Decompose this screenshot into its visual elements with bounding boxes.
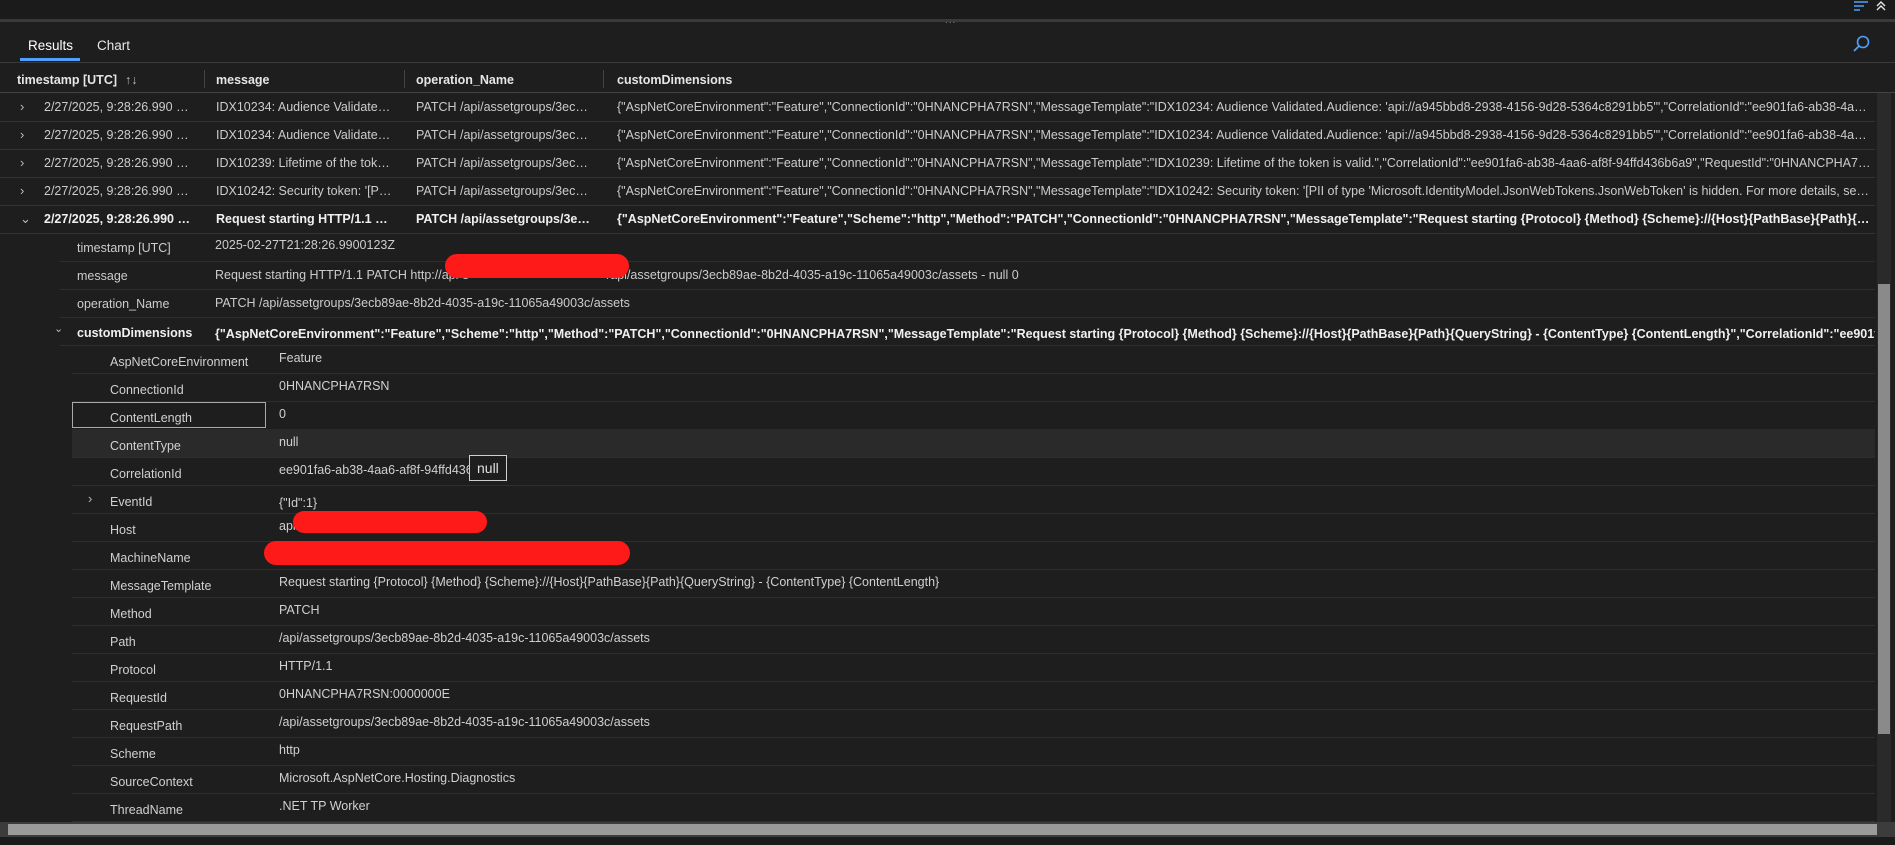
detail-key: timestamp [UTC] — [77, 241, 171, 255]
cell-message: IDX10234: Audience Validated.… — [216, 100, 392, 114]
cell-customdimensions: {"AspNetCoreEnvironment":"Feature","Conn… — [617, 100, 1872, 114]
value-tooltip: null — [469, 455, 507, 481]
search-icon[interactable] — [1851, 34, 1873, 56]
cell-customdimensions: {"AspNetCoreEnvironment":"Feature","Conn… — [617, 156, 1872, 170]
cell-message: Request starting HTTP/1.1 PAT... — [216, 212, 392, 226]
custom-field-row[interactable]: Scheme http — [72, 737, 1875, 766]
tab-results[interactable]: Results — [28, 38, 73, 53]
cell-timestamp: 2/27/2025, 9:28:26.990 PM — [44, 128, 194, 142]
custom-field-row[interactable]: AspNetCoreEnvironment Feature — [72, 345, 1875, 374]
chevron-right-icon[interactable]: › — [20, 127, 32, 142]
custom-field-row[interactable]: ContentLength 0 — [72, 401, 1875, 430]
detail-key: message — [77, 269, 128, 283]
custom-field-row[interactable]: MessageTemplate Request starting {Protoco… — [72, 569, 1875, 598]
custom-field-row[interactable]: RequestPath/api/assetgroups/3ecb89ae-8b2… — [72, 709, 1875, 738]
table-row[interactable]: › 2/27/2025, 9:28:26.990 PM IDX10242: Se… — [0, 177, 1875, 206]
custom-field-row[interactable]: ContentType null — [72, 429, 1875, 458]
cell-operation: PATCH /api/assetgroups/3ecb8… — [416, 128, 592, 142]
chevron-right-icon[interactable]: › — [20, 155, 32, 170]
detail-value: PATCH /api/assetgroups/3ecb89ae-8b2d-403… — [215, 296, 630, 310]
detail-row-customdimensions[interactable]: customDimensions {"AspNetCoreEnvironment… — [60, 317, 1875, 346]
cell-timestamp: 2/27/2025, 9:28:26.990 PM — [44, 100, 194, 114]
cell-timestamp: 2/27/2025, 9:28:26.990 PM — [44, 184, 194, 198]
cell-operation: PATCH /api/assetgroups/3ecb8… — [416, 184, 592, 198]
cell-customdimensions: {"AspNetCoreEnvironment":"Feature","Sche… — [617, 212, 1872, 226]
detail-value: 2025-02-27T21:28:26.9900123Z — [215, 238, 396, 252]
detail-key: operation_Name — [77, 297, 170, 311]
column-header-timestamp[interactable]: timestamp [UTC] ↑↓ — [17, 73, 138, 87]
custom-field-row[interactable]: RequestId 0HNANCPHA7RSN:0000000E — [72, 681, 1875, 710]
cell-customdimensions: {"AspNetCoreEnvironment":"Feature","Conn… — [617, 128, 1872, 142]
redaction-mark — [293, 511, 487, 533]
redaction-mark — [264, 541, 630, 565]
top-right-icons — [1851, 0, 1887, 15]
chevron-down-icon[interactable]: ⌄ — [20, 211, 32, 226]
cell-message: IDX10234: Audience Validated.… — [216, 128, 392, 142]
custom-field-row[interactable]: Path/api/assetgroups/3ecb89ae-8b2d-4035-… — [72, 625, 1875, 654]
cell-operation: PATCH /api/assetgroups/3ecb8… — [416, 156, 592, 170]
custom-field-row[interactable]: ConnectionId 0HNANCPHA7RSN — [72, 373, 1875, 402]
redaction-mark — [445, 254, 629, 278]
list-filter-icon[interactable] — [1853, 0, 1873, 15]
cell-message: IDX10239: Lifetime of the token… — [216, 156, 392, 170]
column-header-customdimensions[interactable]: customDimensions — [617, 73, 732, 87]
vertical-scroll-thumb[interactable] — [1878, 284, 1890, 734]
cell-operation: PATCH /api/assetgroups/3ecb... — [416, 212, 592, 226]
column-divider[interactable] — [603, 70, 604, 88]
cell-customdimensions: {"AspNetCoreEnvironment":"Feature","Conn… — [617, 184, 1872, 198]
top-splitter-bar[interactable]: ... — [0, 0, 1895, 26]
grid-header: timestamp [UTC] ↑↓ message operation_Name… — [0, 66, 1895, 93]
column-divider[interactable] — [404, 70, 405, 88]
custom-field-row[interactable]: Protocol HTTP/1.1 — [72, 653, 1875, 682]
detail-row: message Request starting HTTP/1.1 PATCH … — [60, 261, 1875, 290]
column-header-operation[interactable]: operation_Name — [416, 73, 514, 87]
sort-icon[interactable]: ↑↓ — [125, 73, 138, 87]
detail-value: {"AspNetCoreEnvironment":"Feature","Sche… — [215, 327, 1875, 341]
custom-field-row[interactable]: CorrelationId ee901fa6-ab38-4aa6-af8f-94f… — [72, 457, 1875, 486]
custom-field-row[interactable]: EventId {"Id":1} — [72, 485, 1875, 514]
cell-timestamp: 2/27/2025, 9:28:26.990 PM — [44, 156, 194, 170]
table-row-expanded[interactable]: ⌄ 2/27/2025, 9:28:26.990 P... Request st… — [0, 205, 1875, 234]
custom-field-row[interactable]: SourceContext Microsoft.AspNetCore.Hostin… — [72, 765, 1875, 794]
chevron-right-icon[interactable]: › — [20, 99, 32, 114]
table-row[interactable]: › 2/27/2025, 9:28:26.990 PM IDX10234: Au… — [0, 93, 1875, 122]
detail-row: timestamp [UTC] 2025-02-27T21:28:26.9900… — [60, 233, 1875, 262]
detail-key: customDimensions — [77, 326, 193, 340]
detail-row: operation_Name PATCH /api/assetgroups/3e… — [60, 289, 1875, 318]
cell-timestamp: 2/27/2025, 9:28:26.990 P... — [44, 212, 194, 226]
cell-message: IDX10242: Security token: '[PII … — [216, 184, 392, 198]
table-row[interactable]: › 2/27/2025, 9:28:26.990 PM IDX10239: Li… — [0, 149, 1875, 178]
tab-chart[interactable]: Chart — [97, 38, 130, 53]
bottom-border — [0, 837, 1895, 845]
active-tab-indicator — [20, 58, 80, 61]
result-tabs: Results Chart — [0, 30, 1895, 63]
collapse-icon[interactable] — [1875, 0, 1887, 15]
chevron-right-icon[interactable]: › — [88, 491, 92, 506]
column-header-message[interactable]: message — [216, 73, 270, 87]
cell-operation: PATCH /api/assetgroups/3ecb8… — [416, 100, 592, 114]
chevron-right-icon[interactable]: › — [20, 183, 32, 198]
table-row[interactable]: › 2/27/2025, 9:28:26.990 PM IDX10234: Au… — [0, 121, 1875, 150]
column-divider[interactable] — [204, 70, 205, 88]
custom-field-row[interactable]: ThreadName .NET TP Worker — [72, 793, 1875, 822]
chevron-down-icon[interactable]: ⌄ — [54, 322, 63, 335]
drag-handle[interactable]: ... — [945, 15, 956, 26]
horizontal-scroll-thumb[interactable] — [8, 824, 1877, 835]
custom-field-row[interactable]: Method PATCH — [72, 597, 1875, 626]
